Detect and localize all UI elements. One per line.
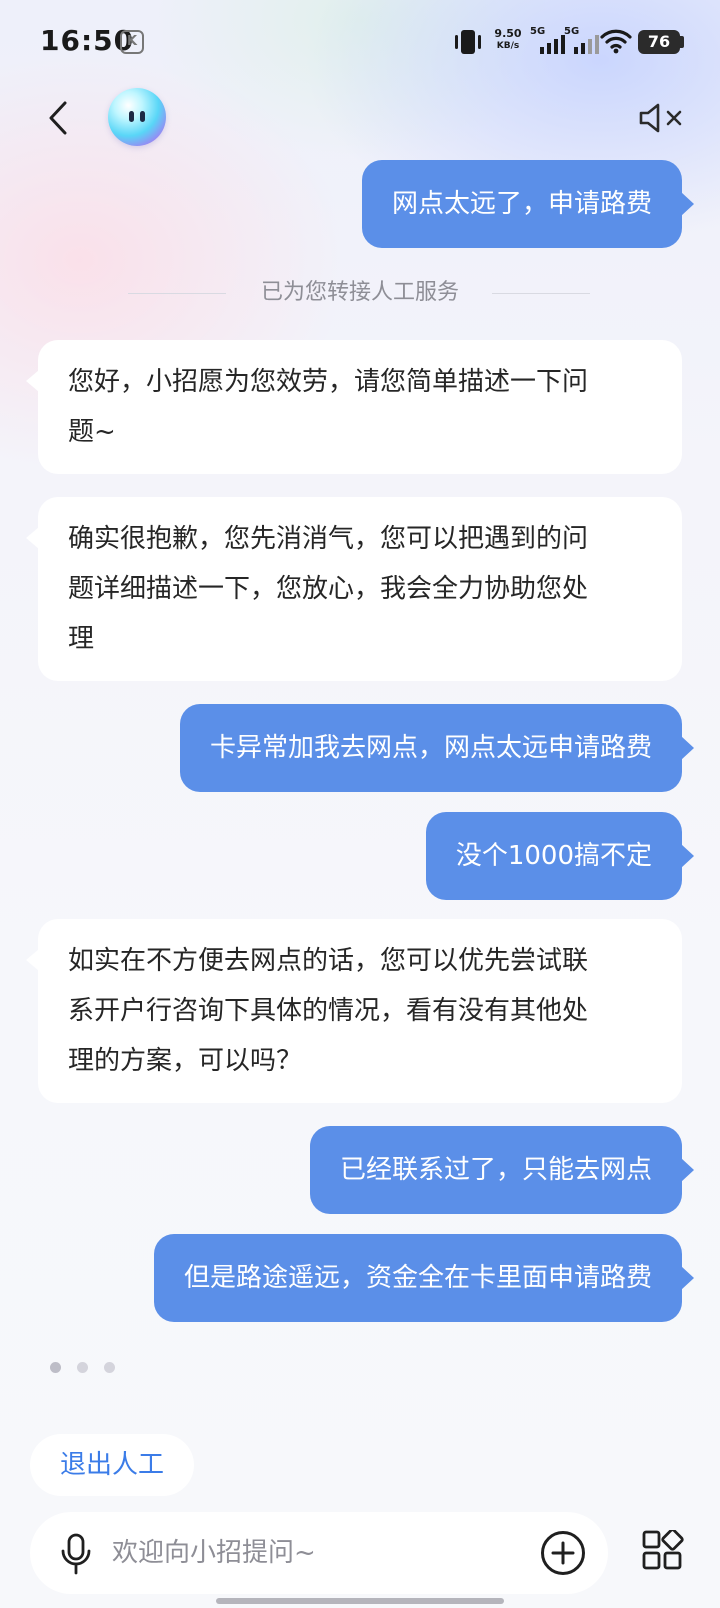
message-text: 但是路途遥远，资金全在卡里面申请路费 (183, 1263, 652, 1293)
keyboard-app-icon: K (120, 30, 144, 54)
chat-input-placeholder[interactable]: 欢迎向小招提问~ (112, 1532, 316, 1574)
user-message-bubble[interactable]: 没个1000搞不定 (425, 812, 695, 900)
agent-message-bubble[interactable]: 您好，小招愿为您效劳，请您简单描述一下问 题~ (26, 340, 682, 474)
chevron-left-icon (49, 101, 67, 135)
network-speed: 9.50 KB/s (490, 27, 526, 53)
home-indicator[interactable] (216, 1598, 504, 1604)
agent-message-bubble[interactable]: 确实很抱歉，您先消消气，您可以把遇到的问 题详细描述一下，您放心，我会全力协助您… (26, 497, 682, 681)
signal-sim2-icon: 5G (564, 26, 602, 56)
typing-dot (104, 1362, 115, 1373)
user-message-bubble[interactable]: 已经联系过了，只能去网点 (309, 1126, 695, 1214)
network-speed-value: 9.50 (494, 27, 522, 40)
message-line: 系开户行咨询下具体的情况，看有没有其他处 (68, 996, 589, 1026)
avatar-left-eye (129, 111, 134, 122)
battery-cap (680, 36, 684, 48)
wifi-icon (600, 29, 632, 54)
user-message-bubble[interactable]: 网点太远了，申请路费 (361, 160, 695, 248)
signal-sim1-icon: 5G (530, 26, 568, 56)
microphone-icon[interactable] (56, 1532, 96, 1576)
typing-dot (77, 1362, 88, 1373)
typing-indicator (50, 1362, 130, 1376)
exit-human-service-button[interactable]: 退出人工 (30, 1434, 194, 1496)
message-text: 已经联系过了，只能去网点 (339, 1155, 652, 1185)
message-line: 理 (68, 624, 95, 654)
assistant-avatar[interactable] (108, 88, 166, 146)
message-line: 题详细描述一下，您放心，我会全力协助您处 (68, 574, 589, 604)
mute-button[interactable] (638, 102, 688, 134)
avatar-right-eye (140, 111, 145, 122)
speaker-muted-icon (639, 103, 682, 133)
plus-circle-icon[interactable] (540, 1530, 586, 1576)
user-message-bubble[interactable]: 但是路途遥远，资金全在卡里面申请路费 (153, 1234, 695, 1322)
message-line: 您好，小招愿为您效劳，请您简单描述一下问 (68, 367, 589, 397)
network-speed-unit: KB/s (496, 41, 520, 51)
message-line: 理的方案，可以吗？ (68, 1046, 303, 1076)
divider-right (492, 293, 590, 294)
message-text: 网点太远了，申请路费 (391, 189, 652, 219)
message-line: 确实很抱歉，您先消消气，您可以把遇到的问 (68, 524, 589, 554)
vibrate-icon (455, 30, 481, 54)
transfer-notice: 已为您转接人工服务 (260, 280, 459, 305)
message-text: 卡异常加我去网点，网点太远申请路费 (209, 733, 652, 763)
user-message-bubble[interactable]: 卡异常加我去网点，网点太远申请路费 (179, 704, 695, 792)
message-line: 题~ (68, 417, 116, 447)
status-bar: 16:50 K 9.50 KB/s 5G 5G 76 (0, 0, 720, 84)
typing-dot (50, 1362, 61, 1373)
back-button[interactable] (38, 96, 78, 140)
apps-grid-icon[interactable] (642, 1528, 684, 1572)
message-text: 没个1000搞不定 (455, 841, 652, 871)
message-line: 如实在不方便去网点的话，您可以优先尝试联 (68, 946, 589, 976)
battery-indicator: 76 (638, 30, 680, 54)
agent-message-bubble[interactable]: 如实在不方便去网点的话，您可以优先尝试联 系开户行咨询下具体的情况，看有没有其他… (26, 919, 682, 1103)
